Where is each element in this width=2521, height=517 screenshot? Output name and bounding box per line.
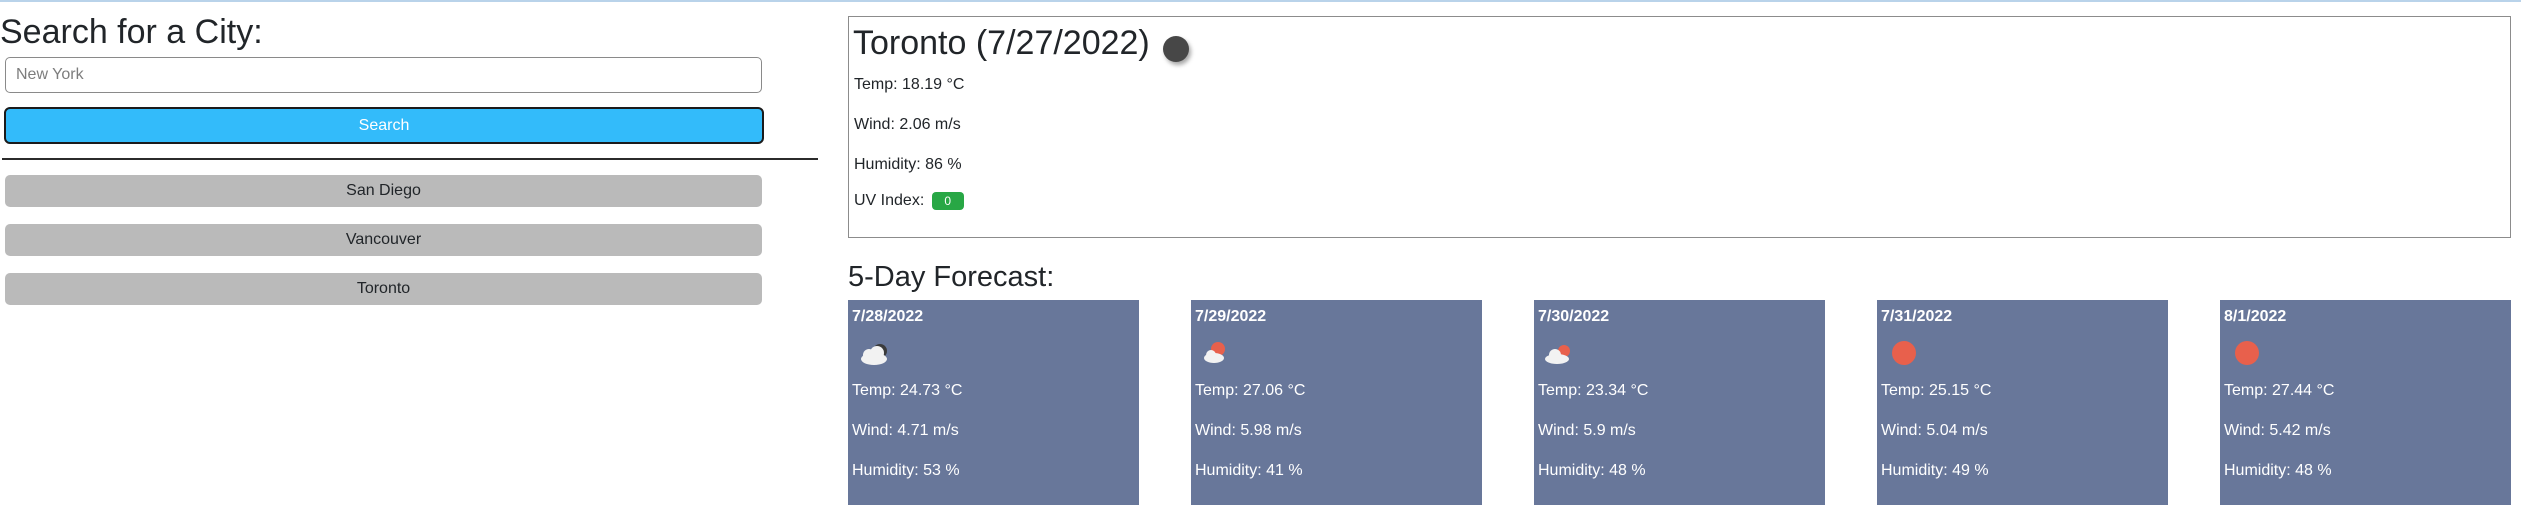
sun-icon	[1892, 341, 1916, 365]
forecast-temp: Temp: 27.44 °C	[2224, 382, 2335, 399]
partly-cloudy-icon	[1545, 345, 1570, 364]
uv-index-label: UV Index:	[854, 192, 925, 210]
current-temp: Temp: 18.19 °C	[854, 76, 965, 93]
forecast-wind: Wind: 5.9 m/s	[1538, 422, 1636, 439]
forecast-humidity: Humidity: 53 %	[852, 462, 960, 479]
forecast-temp: Temp: 24.73 °C	[852, 382, 963, 399]
forecast-date: 7/30/2022	[1538, 308, 1610, 325]
forecast-humidity: Humidity: 48 %	[1538, 462, 1646, 479]
forecast-title: 5-Day Forecast:	[848, 261, 1055, 293]
history-button-toronto[interactable]: Toronto	[5, 273, 762, 305]
forecast-date: 7/29/2022	[1195, 308, 1267, 325]
sun-icon	[2235, 341, 2259, 365]
forecast-date: 7/28/2022	[852, 308, 924, 325]
forecast-humidity: Humidity: 41 %	[1195, 462, 1303, 479]
forecast-wind: Wind: 5.42 m/s	[2224, 422, 2331, 439]
forecast-date: 8/1/2022	[2224, 308, 2287, 325]
forecast-card-5: 8/1/2022 Temp: 27.44 °C Wind: 5.42 m/s H…	[2220, 300, 2511, 505]
uv-index-row: UV Index: 0	[854, 192, 964, 210]
forecast-wind: Wind: 5.04 m/s	[1881, 422, 1988, 439]
forecast-humidity: Humidity: 49 %	[1881, 462, 1989, 479]
moon-icon	[1163, 36, 1189, 62]
top-border	[0, 0, 2521, 2]
current-humidity: Humidity: 86 %	[854, 156, 962, 173]
history-button-san-diego[interactable]: San Diego	[5, 175, 762, 207]
forecast-card-3: 7/30/2022 Temp: 23.34 °C Wind: 5.9 m/s H…	[1534, 300, 1825, 505]
current-city-title: Toronto (7/27/2022)	[853, 24, 1150, 62]
forecast-wind: Wind: 4.71 m/s	[852, 422, 959, 439]
divider	[2, 158, 818, 160]
current-wind: Wind: 2.06 m/s	[854, 116, 961, 133]
partly-cloudy-icon	[1204, 342, 1225, 363]
search-button[interactable]: Search	[4, 107, 764, 144]
forecast-wind: Wind: 5.98 m/s	[1195, 422, 1302, 439]
cloudy-night-icon	[861, 344, 887, 365]
forecast-temp: Temp: 23.34 °C	[1538, 382, 1649, 399]
uv-index-badge: 0	[931, 192, 964, 210]
forecast-temp: Temp: 27.06 °C	[1195, 382, 1306, 399]
forecast-temp: Temp: 25.15 °C	[1881, 382, 1992, 399]
forecast-humidity: Humidity: 48 %	[2224, 462, 2332, 479]
history-button-vancouver[interactable]: Vancouver	[5, 224, 762, 256]
current-weather-card: Toronto (7/27/2022) Temp: 18.19 °C Wind:…	[848, 16, 2511, 238]
forecast-card-1: 7/28/2022 Temp: 24.73 °C Wind: 4.71 m/s …	[848, 300, 1139, 505]
forecast-date: 7/31/2022	[1881, 308, 1953, 325]
forecast-card-2: 7/29/2022 Temp: 27.06 °C Wind: 5.98 m/s …	[1191, 300, 1482, 505]
search-title: Search for a City:	[0, 13, 263, 51]
forecast-card-4: 7/31/2022 Temp: 25.15 °C Wind: 5.04 m/s …	[1877, 300, 2168, 505]
search-input[interactable]	[5, 57, 762, 93]
